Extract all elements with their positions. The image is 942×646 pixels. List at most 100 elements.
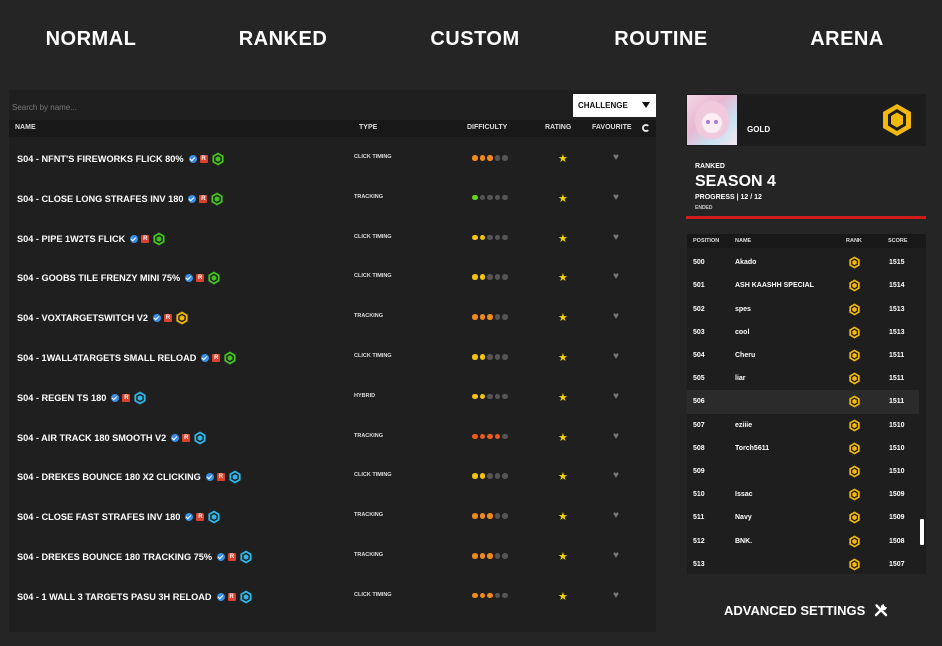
heart-icon[interactable]: ♥ [613, 550, 619, 561]
ranked-badge-icon: R [199, 194, 208, 203]
verified-icon [153, 314, 162, 323]
category-dropdown[interactable]: CHALLENGE [573, 94, 656, 117]
gold-hex-icon [849, 511, 860, 524]
tab-routine[interactable]: ROUTINE [614, 28, 708, 51]
table-row[interactable]: S04 - REGEN TS 180 R HYBRID ★ ♥ [9, 377, 656, 417]
difficulty-dot [479, 393, 485, 400]
table-row[interactable]: S04 - AIR TRACK 180 SMOOTH V2 R TRACKING ★ ♥ [9, 417, 656, 457]
heart-icon[interactable]: ♥ [613, 470, 619, 481]
leaderboard-scrollbar[interactable] [920, 519, 924, 545]
tab-custom[interactable]: CUSTOM [430, 28, 519, 51]
green-hex-icon [208, 271, 220, 285]
lb-position: 503 [693, 328, 705, 336]
advanced-settings-button[interactable]: ADVANCED SETTINGS [724, 602, 889, 618]
heart-icon[interactable]: ♥ [613, 351, 619, 362]
difficulty-indicator [472, 433, 508, 440]
leaderboard-row[interactable]: 511 Navy 1509 [687, 506, 919, 529]
scenario-name-cell: S04 - CLOSE FAST STRAFES INV 180 R [17, 510, 221, 524]
scenario-name-cell: S04 - PIPE 1W2TS FLICK R [17, 232, 166, 246]
leaderboard-row[interactable]: 503 cool 1513 [687, 321, 919, 344]
leaderboard-row[interactable]: 512 BNK. 1508 [687, 530, 919, 553]
table-row[interactable]: S04 - GOOBS TILE FRENZY MINI 75% R CLICK T… [9, 257, 656, 297]
difficulty-dot [494, 194, 500, 201]
heart-icon[interactable]: ♥ [613, 271, 619, 282]
header-rating[interactable]: RATING [545, 124, 571, 131]
leaderboard-row[interactable]: 505 liar 1511 [687, 367, 919, 390]
table-row[interactable]: S04 - 1WALL4TARGETS SMALL RELOAD R CLICK T… [9, 337, 656, 377]
table-row[interactable]: S04 - PIPE 1W2TS FLICK R CLICK TIMING ★ ♥ [9, 218, 656, 258]
chevron-down-icon [642, 102, 650, 108]
leaderboard[interactable]: POSITION NAME RANK SCORE 499tobkey151650… [687, 234, 926, 574]
blue-hex-icon [194, 431, 206, 445]
table-row[interactable]: S04 - 1 WALL 3 TARGETS PASU 3H RELOAD R CL… [9, 576, 656, 616]
leaderboard-row[interactable]: 508 Torch5611 1510 [687, 437, 919, 460]
header-difficulty[interactable]: DIFFICULTY [467, 124, 507, 131]
scenario-name: S04 - GOOBS TILE FRENZY MINI 75% [17, 273, 181, 284]
leaderboard-row[interactable]: 500 Akado 1515 [687, 251, 919, 274]
heart-icon[interactable]: ♥ [613, 232, 619, 243]
table-row[interactable]: S04 - CLOSE LONG STRAFES INV 180 R TRACKIN… [9, 178, 656, 218]
heart-icon[interactable]: ♥ [613, 590, 619, 601]
blue-hex-icon [229, 470, 241, 484]
table-row[interactable]: S04 - VOXTARGETSWITCH V2 R TRACKING ★ ♥ [9, 297, 656, 337]
scenario-type: TRACKING [354, 432, 384, 439]
avatar[interactable] [687, 95, 737, 145]
leaderboard-row[interactable]: 501 ASH KAASHH SPECIAL 1514 [687, 274, 919, 297]
heart-icon[interactable]: ♥ [613, 391, 619, 402]
header-type[interactable]: TYPE [359, 124, 377, 131]
search-input[interactable] [12, 99, 312, 115]
leaderboard-row[interactable]: 513 1507 [687, 553, 919, 574]
leaderboard-row[interactable]: 507 eziiie 1510 [687, 414, 919, 437]
difficulty-dot [472, 473, 478, 479]
gold-hex-icon [176, 311, 188, 325]
leaderboard-row[interactable]: 504 Cheru 1511 [687, 344, 919, 367]
leaderboard-row[interactable]: 502 spes 1513 [687, 298, 919, 321]
table-row[interactable]: S04 - CLOSE FAST STRAFES INV 180 R TRACKIN… [9, 496, 656, 536]
gold-hex-icon [849, 465, 860, 478]
tab-normal[interactable]: NORMAL [46, 28, 137, 51]
header-name[interactable]: NAME [15, 124, 36, 131]
tab-ranked[interactable]: RANKED [239, 28, 328, 51]
refresh-icon[interactable] [642, 124, 650, 132]
leaderboard-row[interactable]: 509 1510 [687, 460, 919, 483]
difficulty-dot [472, 194, 478, 201]
scenario-type: TRACKING [354, 552, 384, 558]
gold-hex-icon [849, 256, 860, 269]
heart-icon[interactable]: ♥ [613, 192, 619, 203]
header-favourite[interactable]: FAVOURITE [592, 124, 632, 131]
ranked-badge-icon: R [196, 513, 205, 522]
leaderboard-row[interactable]: 506 1511 [687, 390, 919, 414]
progress-bar [686, 216, 926, 219]
scenario-type: CLICK TIMING [354, 273, 392, 280]
heart-icon[interactable]: ♥ [613, 311, 619, 322]
difficulty-dot [494, 513, 500, 519]
lb-player-name: BNK. [735, 537, 753, 545]
difficulty-indicator [472, 553, 508, 559]
difficulty-dot [494, 553, 500, 559]
blue-hex-icon [134, 391, 146, 405]
lb-position: 505 [693, 375, 705, 383]
table-header: NAME TYPE DIFFICULTY RATING FAVOURITE [9, 120, 656, 137]
lb-position: 504 [693, 352, 705, 359]
lb-header-name: NAME [735, 238, 752, 244]
blue-hex-icon [239, 590, 252, 604]
leaderboard-row[interactable]: 510 Issac 1509 [687, 483, 919, 506]
table-row[interactable]: S04 - NFNT'S FIREWORKS FLICK 80% R CLICK T… [9, 138, 656, 178]
table-row[interactable]: S04 - DREKES BOUNCE 180 X2 CLICKING R CLIC… [9, 456, 656, 496]
lb-player-name: eziiie [735, 421, 753, 429]
difficulty-dot [502, 592, 508, 599]
scenario-name: S04 - 1WALL4TARGETS SMALL RELOAD [17, 353, 197, 363]
difficulty-dot [487, 155, 493, 161]
lb-position: 506 [693, 398, 705, 406]
tab-arena[interactable]: ARENA [810, 28, 884, 51]
star-icon: ★ [558, 312, 568, 325]
table-row[interactable]: S04 - DREKES BOUNCE 180 TRACKING 75% R TRA… [9, 536, 656, 576]
heart-icon[interactable]: ♥ [613, 152, 619, 163]
heart-icon[interactable]: ♥ [613, 510, 619, 521]
difficulty-dot [472, 393, 478, 400]
difficulty-dot [487, 393, 493, 400]
heart-icon[interactable]: ♥ [613, 431, 619, 442]
difficulty-dot [494, 393, 500, 400]
difficulty-dot [502, 234, 508, 241]
difficulty-indicator [472, 155, 508, 161]
